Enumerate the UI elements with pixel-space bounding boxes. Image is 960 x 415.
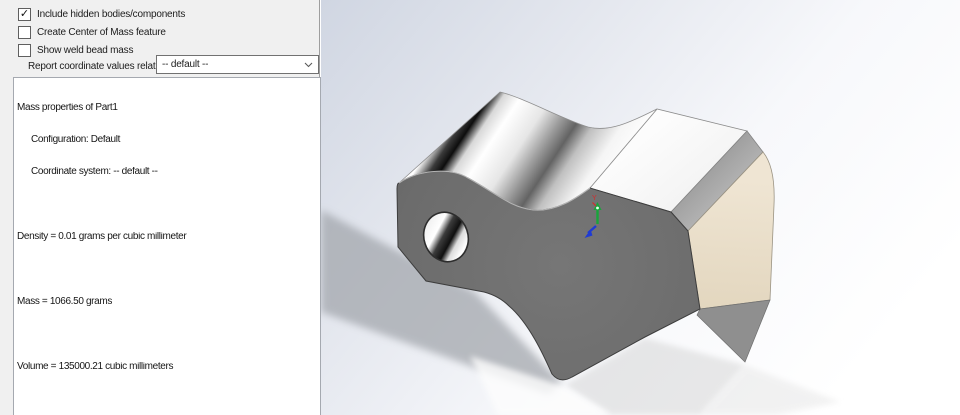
checkbox-row-include-hidden[interactable]: Include hidden bodies/components [18, 8, 185, 21]
chevron-down-icon [304, 62, 313, 67]
volume-value: Volume = 135000.21 cubic millimeters [17, 361, 174, 372]
relative-to-dropdown[interactable]: -- default -- [156, 55, 319, 74]
report-coordinate-system: Coordinate system: -- default -- [31, 167, 158, 178]
density-value: Density = 0.01 grams per cubic millimete… [17, 232, 187, 243]
mass-properties-report[interactable]: Mass properties of Part1 Configuration: … [13, 77, 321, 415]
checkbox-check-icon[interactable] [18, 44, 31, 57]
report-configuration: Configuration: Default [31, 134, 121, 145]
checkbox-row-weld-bead[interactable]: Show weld bead mass [18, 44, 133, 57]
checkbox-label: Include hidden bodies/components [37, 9, 186, 20]
3d-viewport[interactable]: Y [321, 0, 960, 415]
axis-y-label: Y [592, 195, 597, 202]
checkbox-row-create-com[interactable]: Create Center of Mass feature [18, 26, 166, 39]
checkbox-check-icon[interactable] [18, 26, 31, 39]
relative-to-value: -- default -- [162, 59, 209, 70]
checkbox-label: Create Center of Mass feature [37, 27, 166, 38]
mass-properties-dialog: Include hidden bodies/components Create … [0, 0, 321, 415]
checkbox-label: Show weld bead mass [37, 45, 134, 56]
checkbox-check-icon[interactable] [18, 8, 31, 21]
mass-value: Mass = 1066.50 grams [17, 296, 112, 307]
report-title: Mass properties of Part1 [17, 102, 118, 113]
